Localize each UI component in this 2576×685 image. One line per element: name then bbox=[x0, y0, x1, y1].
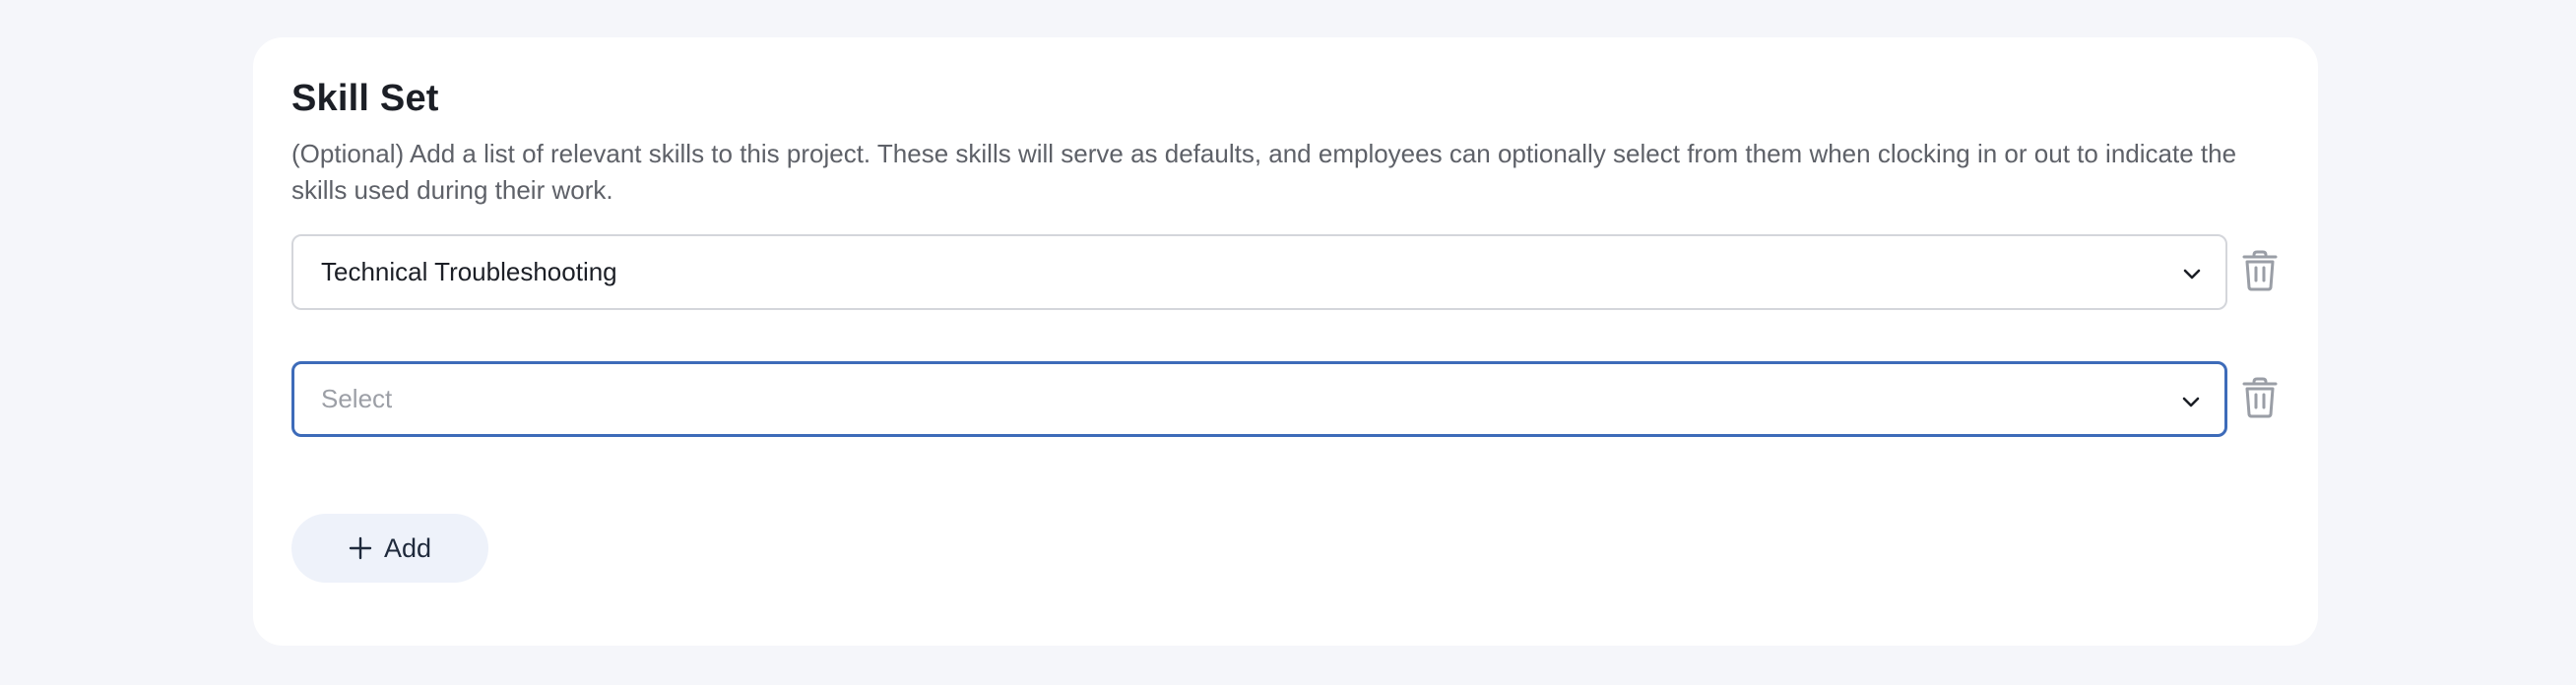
add-button-label: Add bbox=[383, 532, 432, 563]
section-description: (Optional) Add a list of relevant skills… bbox=[291, 139, 2237, 205]
plus-icon bbox=[349, 536, 372, 560]
skill-set-card: Skill Set (Optional) Add a list of relev… bbox=[253, 37, 2318, 646]
skill-select-value: Technical Troubleshooting bbox=[321, 257, 617, 286]
skill-select[interactable]: Technical Troubleshooting bbox=[291, 234, 2227, 310]
skill-row: Select bbox=[291, 361, 2290, 437]
trash-icon[interactable] bbox=[2242, 250, 2278, 291]
chevron-down-icon bbox=[2183, 269, 2201, 280]
trash-icon[interactable] bbox=[2242, 377, 2278, 418]
chevron-down-icon bbox=[2182, 397, 2200, 407]
section-title: Skill Set bbox=[291, 78, 439, 119]
skill-select[interactable]: Select bbox=[291, 361, 2227, 437]
skill-select-placeholder: Select bbox=[321, 384, 393, 413]
skill-row: Technical Troubleshooting bbox=[291, 234, 2290, 310]
add-skill-button[interactable]: Add bbox=[291, 514, 488, 583]
